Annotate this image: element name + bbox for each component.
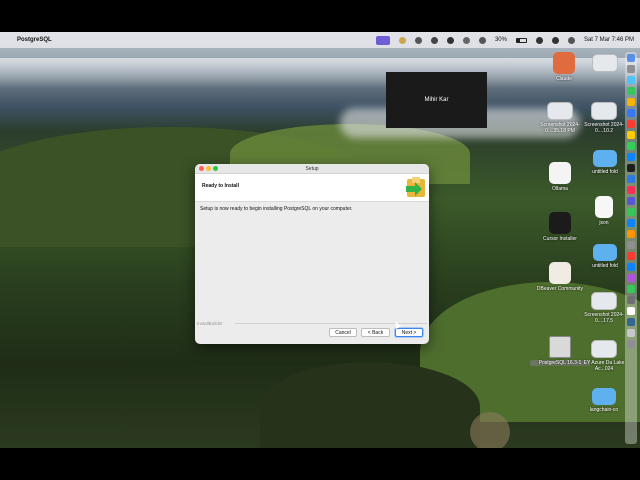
folder-icon (593, 150, 617, 167)
trash-icon[interactable] (627, 340, 635, 348)
desktop-icon-cursor-installer[interactable]: Cursor Installer (530, 212, 590, 242)
desktop-icon-dbeaver[interactable]: DBeaver Community (530, 262, 590, 292)
desktop-icon-folder[interactable]: langchain-co (582, 388, 626, 413)
music-icon[interactable] (627, 186, 635, 194)
install-message: Setup is now ready to begin installing P… (200, 206, 353, 212)
desktop-icon-label: DBeaver Community (536, 286, 584, 292)
document-icon (595, 196, 613, 218)
app-store-icon[interactable] (627, 153, 635, 161)
desktop-icon-document[interactable] (584, 54, 626, 72)
desktop-icon-label: untitled fold (592, 263, 618, 269)
desktop-icon-label: Screenshot 2024-0....17.5 (584, 312, 624, 324)
desktop-icon-ey-azure[interactable]: EY Azure Da Lake Ac...024 (582, 340, 626, 372)
desktop-icon-label: Ollama (552, 186, 568, 192)
sliders-icon[interactable] (414, 36, 422, 44)
folder-icon (593, 244, 617, 261)
window-title: Setup (305, 165, 319, 172)
mic-icon[interactable] (430, 36, 438, 44)
bluetooth-icon[interactable] (462, 36, 470, 44)
menu-bar: PostgreSQL 30% Sat 7 Mar 7:46 PM (0, 32, 640, 48)
facetime-icon[interactable] (627, 142, 635, 150)
battery-percent: 30% (494, 37, 507, 43)
installbuilder-brand: InstallBuilder (197, 321, 223, 326)
document-icon (591, 340, 617, 358)
ollama-app-icon (549, 162, 571, 184)
desktop-icon-label: PostgreSQL 16.3-1 (530, 360, 590, 366)
launchpad-icon[interactable] (627, 65, 635, 73)
next-button[interactable]: Next > (395, 328, 423, 337)
screenshot-thumbnail-icon (591, 102, 617, 120)
screenshot-thumbnail-icon (547, 102, 573, 120)
app-icon[interactable] (627, 252, 635, 260)
desktop-icon-folder[interactable]: untitled fold (584, 244, 626, 269)
mail-icon[interactable] (627, 109, 635, 117)
moon-icon[interactable] (446, 36, 454, 44)
desktop-icon-label: untitled fold (592, 169, 618, 175)
desktop-icon-label: Claude (556, 76, 572, 82)
desktop-icon-ollama[interactable]: Ollama (530, 162, 590, 192)
terminal-icon[interactable] (627, 164, 635, 172)
status-app-icon[interactable] (398, 36, 406, 44)
dock (625, 52, 637, 444)
tree-cluster (260, 362, 480, 448)
zoom-icon[interactable] (627, 219, 635, 227)
desktop-icon-label: EY Azure Da Lake Ac...024 (583, 360, 625, 372)
teams-icon[interactable] (627, 197, 635, 205)
app-icon[interactable] (627, 230, 635, 238)
screenshot-thumbnail-icon (592, 54, 618, 72)
downloads-icon[interactable] (627, 329, 635, 337)
desktop-icon-label: Screenshot 2024-0....35.18 PM (540, 122, 580, 134)
notes-icon[interactable] (627, 131, 635, 139)
desktop-icon-label: Screenshot 2024-0....10.2 (584, 122, 624, 134)
desktop-icon-screenshot[interactable]: Screenshot 2024-0....17.5 (582, 292, 626, 324)
desktop-icon-label: json (599, 220, 609, 226)
dirt-path (470, 412, 510, 448)
app-icon[interactable] (627, 307, 635, 315)
participant-name: Mihir Kar (424, 97, 449, 103)
video-overlay: Mihir Kar (386, 72, 487, 128)
search-icon[interactable] (551, 36, 559, 44)
disk-image-icon (549, 336, 571, 358)
menubar-clock[interactable]: Sat 7 Mar 7:46 PM (584, 37, 634, 43)
desktop-icon-label: langchain-co (589, 407, 619, 413)
cursor-app-icon (549, 212, 571, 234)
claude-app-icon (553, 52, 575, 74)
control-center-icon[interactable] (567, 36, 575, 44)
desktop-icon-postgresql-dmg[interactable]: PostgreSQL 16.3-1 (530, 336, 590, 366)
desktop-icon-screenshot[interactable]: Screenshot 2024-0....10.2 (582, 102, 626, 134)
whatsapp-icon[interactable] (627, 208, 635, 216)
calendar-icon[interactable] (627, 120, 635, 128)
desktop-icon-screenshot[interactable]: Screenshot 2024-0....35.18 PM (530, 102, 590, 134)
postgresql-icon[interactable] (627, 318, 635, 326)
window-titlebar[interactable]: Setup (195, 164, 429, 174)
app-icon[interactable] (627, 296, 635, 304)
wifi-icon[interactable] (535, 36, 543, 44)
finder-icon[interactable] (627, 54, 635, 62)
page-title: Ready to Install (202, 183, 239, 189)
desktop-icon-label: Cursor Installer (543, 236, 577, 242)
cancel-button[interactable]: Cancel (329, 328, 357, 337)
battery-icon[interactable] (515, 37, 527, 43)
app-icon[interactable] (627, 285, 635, 293)
app-menu-name[interactable]: PostgreSQL (17, 37, 52, 43)
install-arrow-icon (406, 177, 425, 197)
chrome-icon[interactable] (627, 98, 635, 106)
desktop-icon-json[interactable]: json (582, 196, 626, 226)
desktop-icon-folder[interactable]: untitled fold (584, 150, 626, 175)
app-icon[interactable] (627, 263, 635, 271)
screenshot-thumbnail-icon (591, 292, 617, 310)
app-icon[interactable] (627, 274, 635, 282)
folder-icon (592, 388, 616, 405)
setup-window: Setup Ready to Install Setup is now read… (195, 164, 429, 344)
messages-icon[interactable] (627, 87, 635, 95)
volume-icon[interactable] (478, 36, 486, 44)
screen-recorder-icon[interactable] (375, 35, 390, 45)
back-button[interactable]: < Back (361, 328, 390, 337)
settings-icon[interactable] (627, 241, 635, 249)
dbeaver-app-icon (549, 262, 571, 284)
vscode-icon[interactable] (627, 175, 635, 183)
safari-icon[interactable] (627, 76, 635, 84)
installer-header: Ready to Install (195, 174, 429, 202)
